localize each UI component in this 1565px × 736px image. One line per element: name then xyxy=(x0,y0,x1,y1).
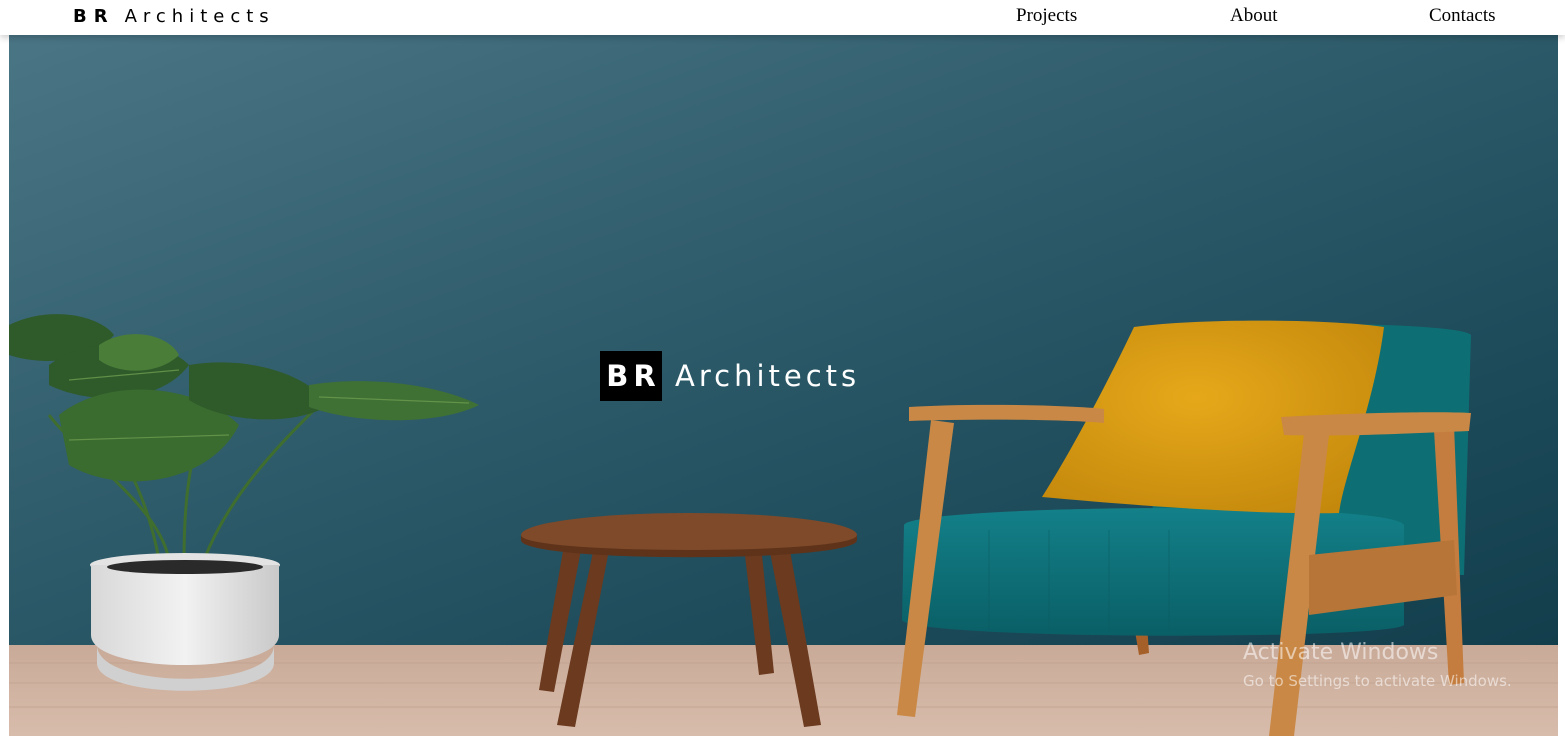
nav-brand-name: Architects xyxy=(124,6,275,27)
hero-logo-initials: BR xyxy=(600,351,662,401)
nav-brand-initials: BR xyxy=(73,6,115,27)
right-page-edge xyxy=(1558,35,1565,736)
monstera-plant xyxy=(9,314,479,561)
hero-logo-word: Architects xyxy=(675,359,861,393)
top-navbar: BR Architects Projects About Contacts xyxy=(0,0,1565,35)
nav-brand-logo[interactable]: BR Architects xyxy=(73,6,275,27)
hero-logo: BR Architects xyxy=(600,351,860,401)
nav-link-contacts[interactable]: Contacts xyxy=(1429,5,1496,27)
nav-link-about[interactable]: About xyxy=(1230,5,1278,27)
nav-link-projects[interactable]: Projects xyxy=(1016,5,1077,27)
hero-banner: BR Architects Activate Windows Go to Set… xyxy=(9,35,1558,736)
